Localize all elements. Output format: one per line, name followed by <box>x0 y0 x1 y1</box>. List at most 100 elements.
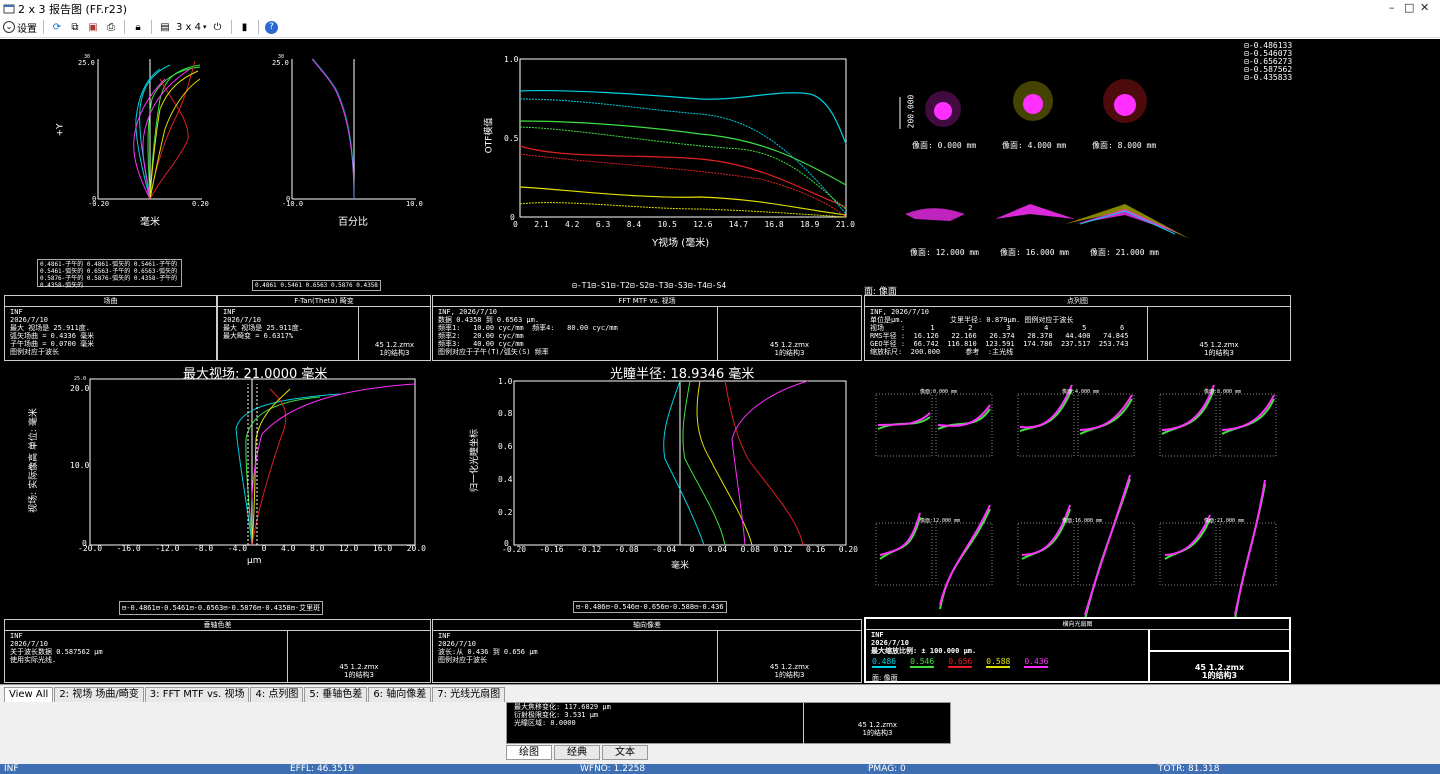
lat-legend: ⊟-0.4861⊟-0.5461⊟-0.6563⊟-0.5876⊟-0.4358… <box>119 601 324 615</box>
bookmark-icon[interactable]: ▮ <box>238 19 252 35</box>
secondary-text: 最大焦移变化: 117.6829 μm 衍射极限变化: 3.531 μm 光瞳区… <box>514 703 611 727</box>
mtf-x-tick: 21.0 <box>835 220 855 229</box>
tab-lateral-color[interactable]: 5: 垂轴色差 <box>304 687 368 702</box>
status-bar: INF EFFL: 46.3519 WFNO: 1.2258 PMAG: 0 T… <box>0 764 1440 774</box>
lock-icon[interactable]: 🔒︎ <box>131 19 145 35</box>
status-object: INF <box>4 764 19 774</box>
mtf-x-label: Y视场 (毫米) <box>652 238 710 249</box>
mtf-y-label: OTF模值 <box>484 117 495 154</box>
mtf-legend-item: S4 <box>716 281 727 290</box>
stamp-file: 45 1.2.zmx <box>769 663 810 671</box>
toolbar-divider <box>257 20 259 34</box>
spot-label: 像面: 12.000 mm <box>910 248 979 257</box>
toolbar: ⌄ 设置 ⟳ ⧉ ▣ ⎙ 🔒︎ ▤ 3 x 4 ▾ ⏻ ▮ ? <box>0 17 1440 38</box>
lat-x-ticks: -20.0 -16.0 -12.0 -8.0 -4.0 0 4.0 8.0 12.0 16.0 20… <box>78 544 426 553</box>
view-tabs: 绘图 经典 文本 <box>506 745 648 761</box>
long-y-label: 归一化光瞳坐标 <box>470 428 481 493</box>
mtf-x-tick: 4.2 <box>565 220 580 229</box>
minimize-button[interactable]: – <box>1389 1 1395 14</box>
ray-fan-plots <box>875 384 1277 620</box>
long-legend-item: 0.588 <box>672 603 695 611</box>
dist-y-top-small: 30 <box>278 54 285 60</box>
long-x-tick: 0.08 <box>740 545 760 554</box>
spot-legend-item: 0.435833 <box>1253 73 1293 82</box>
fc-x-left: -0.20 <box>88 200 110 208</box>
app-icon <box>2 2 16 16</box>
secondary-report: 最大焦移变化: 117.6829 μm 衍射极限变化: 3.531 μm 光瞳区… <box>506 702 951 744</box>
tab-field-curvature[interactable]: 2: 视场 场曲/畸变 <box>54 687 144 702</box>
tab-view-all[interactable]: View All <box>4 687 54 702</box>
lat-legend-item: 0.6563 <box>197 604 224 612</box>
mtf-legend-item: T1 <box>581 281 592 290</box>
lat-x-tick: 0 <box>261 544 267 553</box>
mtf-legend-item: T3 <box>658 281 669 290</box>
stamp-config: 1的结构3 <box>774 671 805 679</box>
long-x-tick: 0.04 <box>707 545 728 554</box>
layout-dropdown[interactable]: 3 x 4 ▾ <box>176 19 207 35</box>
tab-plot[interactable]: 绘图 <box>506 745 552 760</box>
report-graphics <box>89 58 1277 620</box>
stamp-config: 1的结构3 <box>379 349 410 357</box>
lat-x-tick: 8.0 <box>310 544 325 553</box>
status-pmag: PMAG: 0 <box>868 764 906 774</box>
distortion-plot <box>291 58 416 200</box>
mtf-x-ticks: 0 2.1 4.2 6.3 8.4 10.5 12.6 14.7 16.8 18.9 21.0 <box>513 220 855 229</box>
tab-ray-fan[interactable]: 7: 光线光扇图 <box>432 687 506 702</box>
long-x-tick: 0.12 <box>773 545 793 554</box>
long-legend-item: 0.486 <box>584 603 606 611</box>
long-y-tick: 0.4 <box>498 475 513 484</box>
lat-legend-item: 0.5876 <box>231 604 257 612</box>
lat-x-tick: 20.0 <box>406 544 426 553</box>
lat-legend-item: 0.5461 <box>164 604 190 612</box>
long-x-unit: 毫米 <box>671 561 690 571</box>
mtf-legend-item: S1 <box>600 281 611 290</box>
settings-button[interactable]: ⌄ 设置 <box>3 19 37 35</box>
title-bar: 2 x 3 报告图 (FF.r23) – □ ✕ <box>0 0 1440 17</box>
spot-label: 像面: 21.000 mm <box>1090 248 1159 257</box>
long-x-tick: 0 <box>689 545 695 554</box>
fc-y-top-small: 30 <box>84 54 91 60</box>
mtf-x-tick: 0 <box>513 220 518 229</box>
fan-label: 像面:12.000 mm <box>920 518 961 524</box>
lat-x-tick: 4.0 <box>281 544 296 553</box>
tab-classic[interactable]: 经典 <box>554 745 600 760</box>
panel-text: INF, 2026/7/10 单位是μm. 艾里半径: 0.879μm. 图例对… <box>870 308 1129 356</box>
mtf-x-tick: 8.4 <box>626 220 642 229</box>
status-wfno: WFNO: 1.2258 <box>580 764 646 774</box>
close-button[interactable]: ✕ <box>1420 1 1429 14</box>
stamp-config: 1的结构3 <box>1204 349 1234 357</box>
tab-mtf[interactable]: 3: FFT MTF vs. 视场 <box>144 687 250 702</box>
mtf-plot <box>519 58 847 218</box>
fc-y-top: 25.0 <box>78 59 95 67</box>
help-icon[interactable]: ? <box>265 19 279 35</box>
panel-ray-fan: 横向光扇图 INF 2026/7/10 最大缩放比例: ± 100.000 μm… <box>864 617 1291 683</box>
maximize-button[interactable]: □ <box>1404 1 1414 14</box>
lat-legend-item: 0.4358 <box>265 604 291 612</box>
save-icon[interactable]: ▣ <box>86 19 100 35</box>
long-y-tick: 1.0 <box>498 377 513 386</box>
print-icon[interactable]: ⎙ <box>104 19 118 35</box>
toolbar-divider <box>230 20 232 34</box>
stamp-config: 1的结构3 <box>862 729 893 737</box>
power-icon[interactable]: ⏻ <box>211 19 225 35</box>
spot-diagrams <box>899 79 1190 239</box>
panel-title: 横向光扇图 <box>866 619 1289 630</box>
tab-longitudinal[interactable]: 6: 轴向像差 <box>368 687 432 702</box>
tab-spot[interactable]: 4: 点列图 <box>250 687 304 702</box>
copy-icon[interactable]: ⧉ <box>68 19 82 35</box>
fc-legend: 0.4861-子午的 0.4861-弧矢的 0.5461-子午的 0.5461-… <box>37 259 182 289</box>
tab-text[interactable]: 文本 <box>602 745 648 760</box>
lat-x-unit: μm <box>247 556 262 566</box>
fc-legend-item: 0.4358-弧矢的 <box>40 282 84 289</box>
fc-legend-item: 0.4861-子午的 <box>40 261 84 268</box>
fan-label: 像面:0.000 mm <box>920 389 958 395</box>
window-icon[interactable]: ▤ <box>158 19 172 35</box>
long-x-tick: 0.16 <box>806 545 826 554</box>
refresh-icon[interactable]: ⟳ <box>50 19 64 35</box>
stamp-file: 45 1.2.zmx <box>339 663 379 671</box>
fc-legend-item: 0.5461-子午的 <box>133 261 178 268</box>
dropdown-arrow-icon: ▾ <box>203 23 207 31</box>
fan-label: 像面:21.000 mm <box>1204 518 1245 524</box>
fc-x-unit: 毫米 <box>140 217 160 228</box>
fan-label: 像面:8.000 mm <box>1204 389 1242 395</box>
